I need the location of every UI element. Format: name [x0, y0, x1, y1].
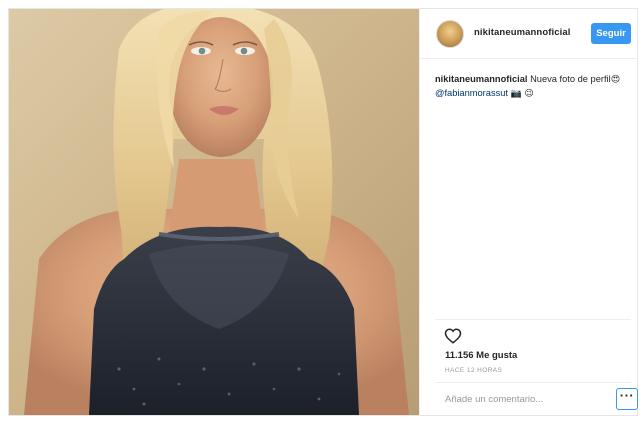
portrait-illustration [9, 9, 419, 415]
post-photo[interactable] [9, 9, 419, 415]
instagram-post-modal: nikitaneumannoficial Seguir nikitaneuman… [8, 8, 638, 416]
avatar[interactable] [436, 20, 464, 48]
post-timestamp: HACE 12 HORAS [445, 367, 503, 374]
header-username[interactable]: nikitaneumannoficial [474, 27, 571, 38]
heart-icon[interactable] [444, 327, 462, 345]
caption-emoji-wink: 😉 [524, 88, 534, 98]
caption-username[interactable]: nikitaneumannoficial [435, 74, 527, 84]
post-header: nikitaneumannoficial Seguir [420, 9, 637, 59]
more-options-icon[interactable]: ··· [616, 388, 638, 410]
caption-mention[interactable]: @fabianmorassut [435, 88, 508, 98]
caption-emoji-camera: 📷 [510, 88, 522, 98]
divider [435, 319, 631, 320]
likes-count[interactable]: 11.156 Me gusta [445, 350, 517, 361]
follow-button[interactable]: Seguir [591, 23, 631, 44]
comment-input[interactable] [445, 391, 595, 407]
caption-emoji-heart-eyes: 😍 [610, 74, 621, 84]
post-side-panel: nikitaneumannoficial Seguir nikitaneuman… [419, 9, 638, 415]
divider [435, 382, 631, 383]
caption-text: Nueva foto de perfil [527, 74, 611, 84]
post-caption: nikitaneumannoficial Nueva foto de perfi… [435, 72, 631, 100]
